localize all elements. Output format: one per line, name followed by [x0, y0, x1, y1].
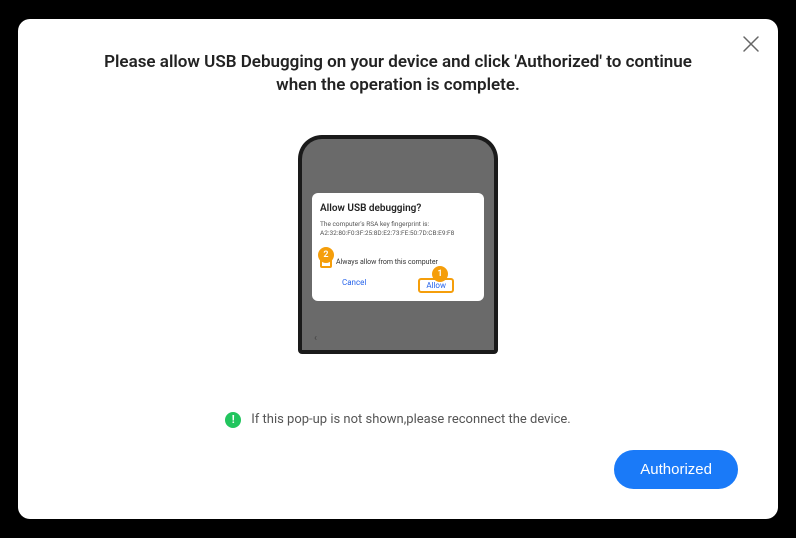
hint-text: If this pop-up is not shown,please recon…: [251, 412, 570, 427]
phone-dialog-checkbox-label: Always allow from this computer: [336, 258, 438, 266]
phone-dialog-cancel: Cancel: [342, 278, 366, 293]
info-icon: !: [225, 412, 241, 428]
modal-title: Please allow USB Debugging on your devic…: [58, 51, 738, 97]
phone-illustration: Allow USB debugging? The computer's RSA …: [58, 135, 738, 354]
phone-dialog-fingerprint-label: The computer's RSA key fingerprint is:: [320, 220, 476, 229]
step-badge-1: 1: [432, 266, 448, 282]
close-icon[interactable]: [742, 35, 760, 53]
authorized-button[interactable]: Authorized: [614, 450, 738, 489]
step-badge-2: 2: [318, 247, 334, 263]
phone-back-chevron-icon: ‹: [314, 333, 317, 344]
phone-dialog-title: Allow USB debugging?: [320, 203, 476, 214]
phone-dialog: Allow USB debugging? The computer's RSA …: [312, 193, 484, 301]
phone-dialog-fingerprint-value: A2:32:80:F0:3F:25:8D:E2:73:FE:50:7D:CB:E…: [320, 229, 476, 238]
hint-row: ! If this pop-up is not shown,please rec…: [58, 412, 738, 428]
usb-debugging-modal: Please allow USB Debugging on your devic…: [18, 19, 778, 519]
